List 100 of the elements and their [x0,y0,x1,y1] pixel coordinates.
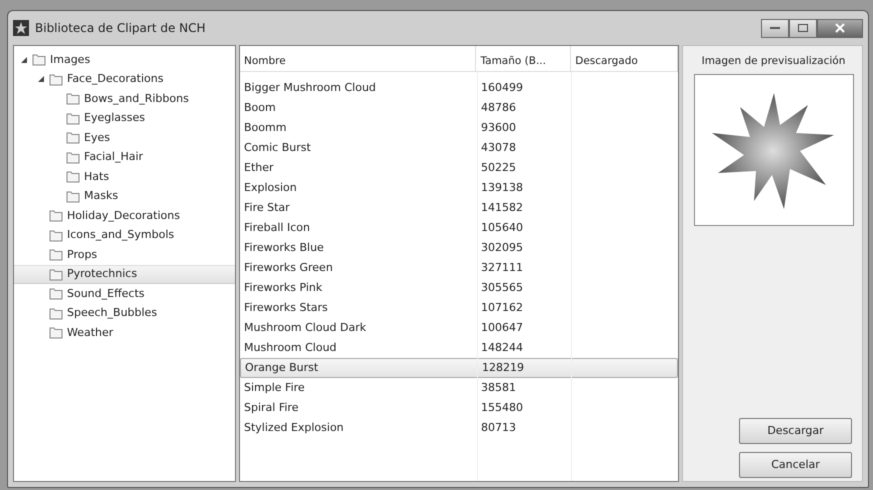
column-header[interactable]: Tamaño (B... [476,46,572,71]
folder-icon [49,326,63,340]
minimize-icon [770,26,780,30]
table-cell-text: 93600 [480,120,517,136]
list-row[interactable]: Fire Star 141582 [240,198,678,218]
table-cell-text: 107162 [480,300,524,316]
folder-icon [32,53,46,66]
tree-item[interactable]: Holiday_Decorations [14,206,235,226]
table-cell-text: 43078 [480,140,517,156]
folder-icon [49,248,63,262]
window-title: Biblioteca de Clipart de NCH [35,20,206,37]
maximize-button[interactable] [789,18,817,38]
preview-label: Imagen de previsualización [700,54,846,69]
folder-icon [49,228,63,242]
folder-icon [49,287,63,300]
list-row[interactable]: Simple Fire 38581 [240,378,678,398]
table-cell-text: 48786 [480,100,517,116]
close-button[interactable] [817,18,863,38]
tree-item[interactable]: Hats [14,167,235,186]
folder-icon [49,209,63,222]
tree-item[interactable]: Pyrotechnics [14,264,235,284]
table-cell-text: 302095 [480,240,524,256]
table-cell-text: 148244 [480,340,524,356]
table-cell-text: Stylized Explosion [243,420,345,436]
list-row[interactable]: Mushroom Cloud Dark 100647 [240,318,678,338]
table-cell-text: 80713 [480,420,517,436]
dialog-button[interactable]: Cancelar [739,452,852,478]
table-cell-text: 105640 [480,220,524,236]
list-row[interactable]: Bigger Mushroom Cloud 160499 [240,78,678,98]
close-icon [835,23,845,33]
table-cell-text: Comic Burst [243,140,312,156]
table-cell-text: 305565 [480,280,524,296]
table-cell-text: 100647 [480,320,524,336]
tree-item[interactable]: Icons_and_Symbols [14,226,235,245]
maximize-icon [798,24,808,32]
list-row[interactable]: Fireworks Stars 107162 [240,298,678,318]
list-row[interactable]: Comic Burst 43078 [240,138,678,158]
table-cell-text: 160499 [480,80,524,96]
tree-item[interactable]: Masks [14,186,235,206]
list-row[interactable]: Mushroom Cloud 148244 [240,338,678,358]
expand-arrow-icon[interactable] [21,56,27,63]
list-row[interactable]: Fireball Icon 105640 [240,218,678,238]
dialog-button[interactable]: Descargar [739,418,852,444]
folder-icon [66,190,80,203]
table-cell-text: Ether [243,160,275,176]
tree-item[interactable]: Props [14,245,235,264]
tree-item[interactable]: Facial_Hair [14,148,235,167]
list-row[interactable]: Fireworks Pink 305565 [240,278,678,298]
table-cell-text: Fireworks Blue [243,240,325,256]
table-cell-text: Simple Fire [243,380,306,396]
table-cell-text: Orange Burst [244,360,320,376]
tree-item[interactable]: Images [14,50,235,70]
list-row[interactable]: Spiral Fire 155480 [240,398,678,418]
folder-icon [49,268,63,281]
folder-icon [66,112,80,125]
star-app-icon [13,20,29,36]
folder-icon [49,72,63,86]
table-cell-text: Explosion [243,180,298,196]
tree-item[interactable]: Speech_Bubbles [14,304,235,323]
folder-icon [49,306,63,320]
minimize-button[interactable] [761,18,789,38]
table-cell-text: Fireworks Stars [243,300,329,316]
table-cell-text: 128219 [481,360,525,376]
table-cell-text: Mushroom Cloud Dark [243,320,368,336]
tree-item[interactable]: Sound_Effects [14,284,235,304]
expand-arrow-icon[interactable] [38,76,44,82]
tree-item[interactable]: Weather [14,323,235,342]
tree-item[interactable]: Eyes [14,128,235,148]
table-cell-text: 327111 [480,260,524,276]
table-cell-text: 155480 [480,400,524,416]
column-header[interactable]: Descargado [571,46,678,71]
table-cell-text: Fireworks Green [243,260,334,276]
table-cell-text: Fireworks Pink [243,280,324,296]
table-cell-text: Boomm [243,120,288,136]
folder-icon [66,150,80,164]
column-header[interactable]: Nombre [240,46,476,71]
list-row[interactable]: Fireworks Green 327111 [240,258,678,278]
table-cell-text: Spiral Fire [243,400,300,416]
table-cell-text: 38581 [480,380,517,396]
table-cell-text: 141582 [480,200,524,216]
tree-item[interactable]: Eyeglasses [14,108,235,128]
tree-item[interactable]: Bows_and_Ribbons [14,89,235,108]
table-cell-text: Boom [243,100,277,116]
folder-icon [66,92,80,106]
folder-icon [66,170,80,184]
table-cell-text: 139138 [480,180,524,196]
table-cell-text: Fireball Icon [243,220,311,236]
list-row[interactable]: Ether 50225 [240,158,678,178]
table-cell-text: 50225 [480,160,517,176]
list-row[interactable]: Fireworks Blue 302095 [240,238,678,258]
table-cell-text: Bigger Mushroom Cloud [243,80,377,96]
table-cell-text: Fire Star [243,200,291,216]
list-row[interactable]: Boomm 93600 [240,118,678,138]
list-row[interactable]: Explosion 139138 [240,178,678,198]
list-row[interactable]: Boom 48786 [240,98,678,118]
tree-item[interactable]: Face_Decorations [14,70,235,89]
folder-icon [66,131,80,144]
list-row[interactable]: Orange Burst 128219 [240,358,678,378]
table-cell-text: Mushroom Cloud [243,340,338,356]
list-row[interactable]: Stylized Explosion 80713 [240,418,678,438]
